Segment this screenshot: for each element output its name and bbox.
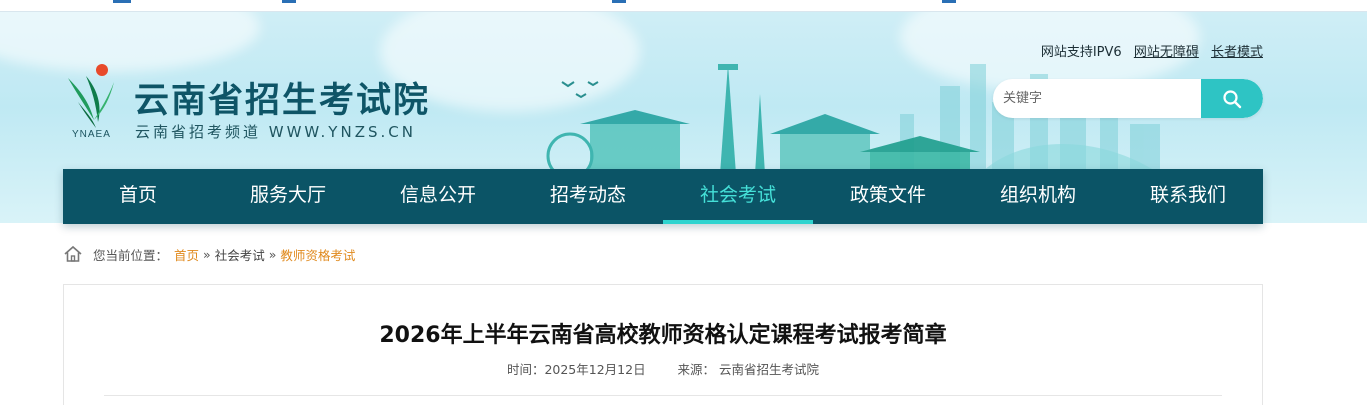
nav-item-organization[interactable]: 组织机构 <box>963 169 1113 224</box>
article-title: 2026年上半年云南省高校教师资格认定课程考试报考简章 <box>379 323 947 348</box>
nav-item-exam-news[interactable]: 招考动态 <box>513 169 663 224</box>
breadcrumb-current[interactable]: 教师资格考试 <box>280 245 355 264</box>
publish-time: 2025年12月12日 <box>544 362 646 377</box>
breadcrumb-separator: » <box>203 246 211 262</box>
nav-item-contact-us[interactable]: 联系我们 <box>1113 169 1263 224</box>
article-card: 2026年上半年云南省高校教师资格认定课程考试报考简章 时间：2025年12月1… <box>63 284 1263 405</box>
search-button[interactable] <box>1201 79 1263 118</box>
breadcrumb-separator: » <box>268 246 277 262</box>
nav-item-home[interactable]: 首页 <box>63 169 213 224</box>
home-icon <box>64 245 82 262</box>
nav-item-social-exams[interactable]: 社会考试 <box>663 169 813 224</box>
source-label: 来源： <box>677 362 716 377</box>
top-strip-mark <box>942 0 956 3</box>
time-label: 时间： <box>506 362 545 377</box>
nav-item-service-hall[interactable]: 服务大厅 <box>213 169 363 224</box>
site-subtitle: 云南省招考频道 WWW.YNZS.CN <box>135 123 416 141</box>
top-strip-mark <box>282 0 296 3</box>
top-strip <box>0 0 1367 12</box>
search-icon <box>1223 89 1242 108</box>
title-divider <box>104 395 1222 396</box>
accessibility-link[interactable]: 网站无障碍 <box>1134 45 1199 60</box>
ipv6-link[interactable]: 网站支持IPV6 <box>1041 45 1122 60</box>
breadcrumb: 您当前位置： 首页 » 社会考试 » 教师资格考试 <box>63 244 355 264</box>
search-input[interactable] <box>993 79 1201 118</box>
main-nav: 首页 服务大厅 信息公开 招考动态 社会考试 政策文件 组织机构 联系我们 <box>63 169 1263 224</box>
article-source: 云南省招生考试院 <box>719 362 820 377</box>
logo-abbreviation: YNAEA <box>72 129 111 140</box>
top-strip-mark <box>113 0 131 3</box>
breadcrumb-prefix: 您当前位置： <box>93 247 169 263</box>
breadcrumb-level2-link[interactable]: 社会考试 <box>215 245 265 264</box>
cloud-decoration <box>0 12 260 72</box>
site-name[interactable]: 云南省招生考试院 <box>134 72 430 123</box>
article-meta: 时间：2025年12月12日 来源： 云南省招生考试院 <box>64 359 1262 378</box>
top-links: 网站支持IPV6 网站无障碍 长者模式 <box>1033 41 1263 60</box>
search-box <box>993 79 1263 118</box>
nav-item-policy-docs[interactable]: 政策文件 <box>813 169 963 224</box>
elder-mode-link[interactable]: 长者模式 <box>1211 45 1263 60</box>
top-strip-mark <box>612 0 626 3</box>
breadcrumb-home-link[interactable]: 首页 <box>174 245 199 264</box>
nav-item-info-disclosure[interactable]: 信息公开 <box>363 169 513 224</box>
